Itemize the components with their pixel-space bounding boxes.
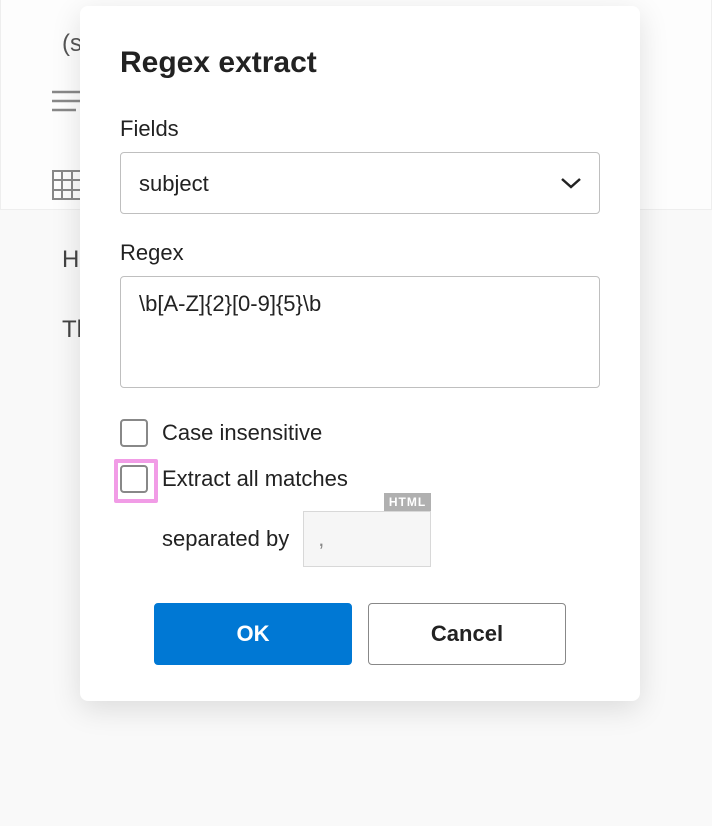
separated-by-label: separated by bbox=[162, 526, 289, 552]
list-icon bbox=[52, 90, 82, 112]
regex-extract-dialog: Regex extract Fields subject Regex Case … bbox=[80, 6, 640, 701]
regex-label: Regex bbox=[120, 240, 600, 266]
fields-select[interactable]: subject bbox=[120, 152, 600, 214]
case-insensitive-checkbox[interactable] bbox=[120, 419, 148, 447]
regex-input[interactable] bbox=[120, 276, 600, 388]
background-text-fragment: (s bbox=[62, 30, 82, 58]
extract-all-matches-checkbox[interactable] bbox=[120, 465, 148, 493]
case-insensitive-label: Case insensitive bbox=[162, 420, 322, 446]
ok-button[interactable]: OK bbox=[154, 603, 352, 665]
grid-icon bbox=[52, 170, 82, 200]
cancel-button[interactable]: Cancel bbox=[368, 603, 566, 665]
separator-input[interactable] bbox=[303, 511, 431, 567]
fields-label: Fields bbox=[120, 116, 600, 142]
dialog-title: Regex extract bbox=[120, 46, 600, 80]
html-badge: HTML bbox=[384, 493, 431, 511]
extract-all-matches-label: Extract all matches bbox=[162, 466, 348, 492]
